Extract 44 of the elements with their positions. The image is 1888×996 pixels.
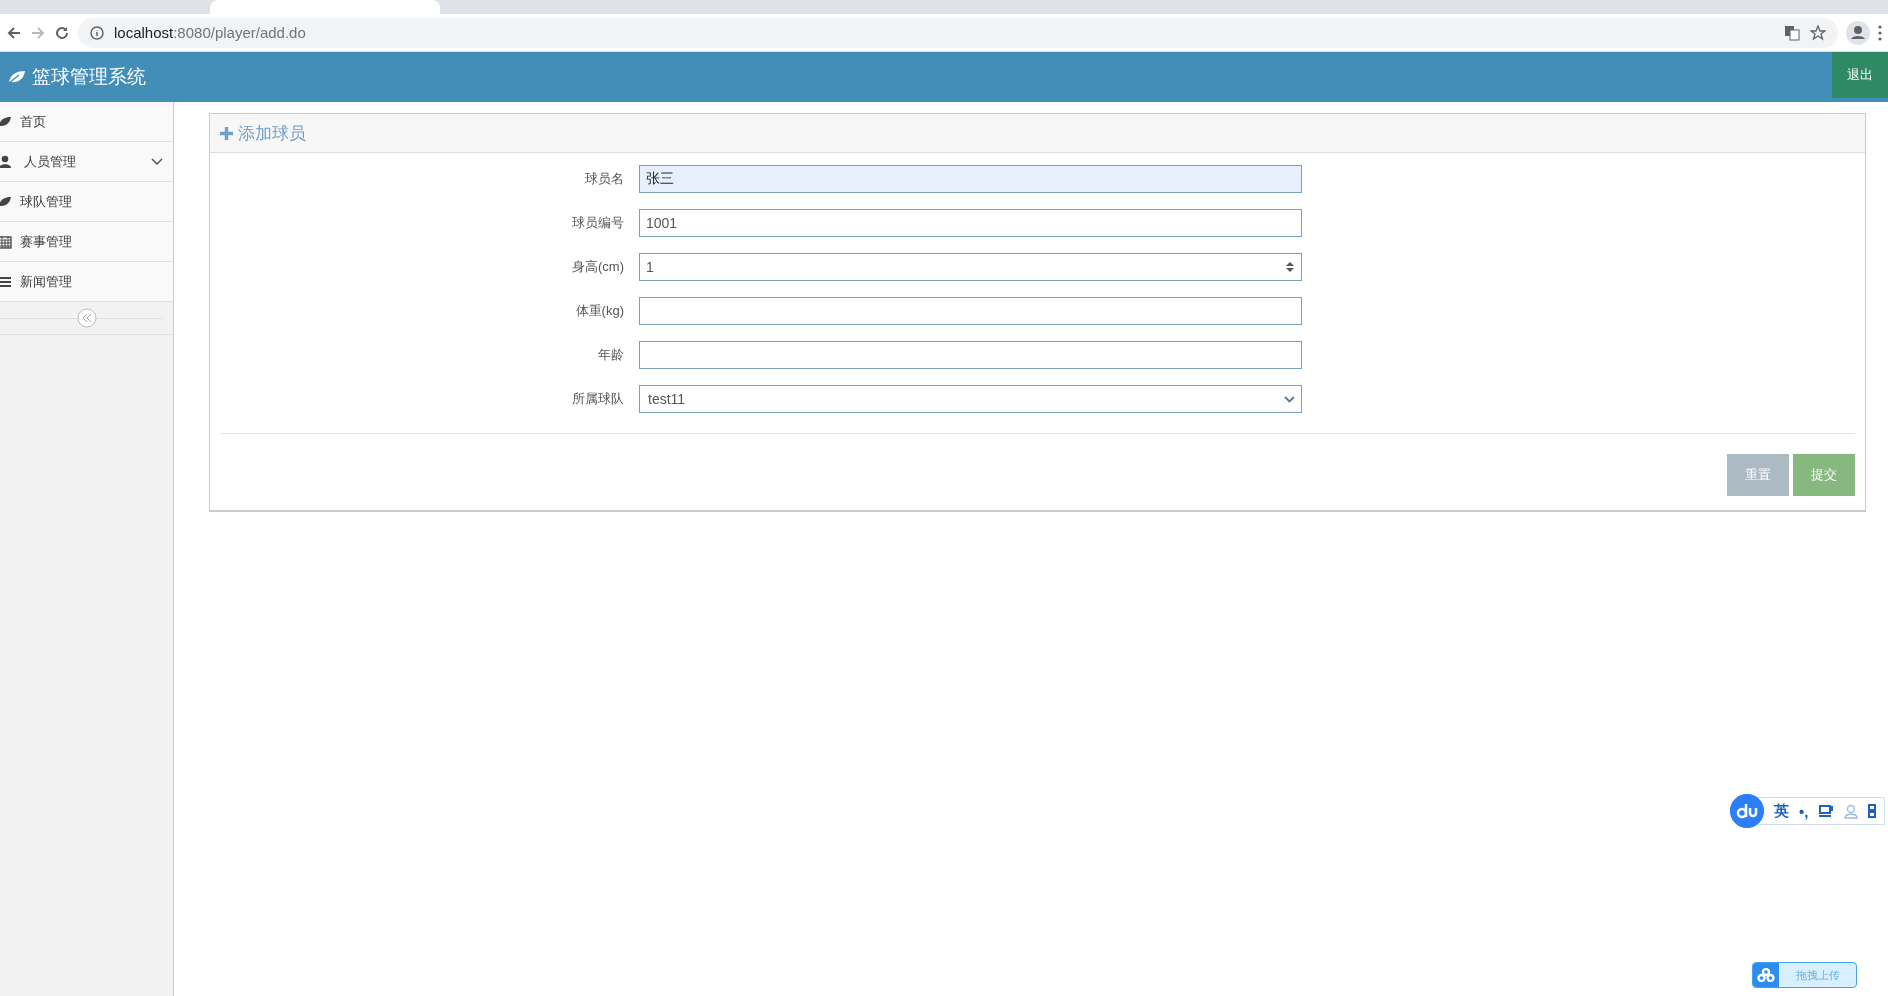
address-bar[interactable]: localhost:8080/player/add.do [78, 17, 1838, 48]
list-icon [0, 274, 12, 289]
ime-punctuation[interactable]: •, [1799, 802, 1809, 820]
sidebar-item[interactable]: 人员管理 [0, 142, 173, 182]
number-field[interactable] [639, 297, 1302, 325]
user-icon [0, 154, 12, 169]
leaf-icon [0, 114, 12, 129]
menu-icon[interactable] [1878, 24, 1882, 41]
field-label: 所属球队 [571, 390, 624, 408]
sidebar-item[interactable]: 赛事管理 [0, 222, 173, 262]
sidebar-item[interactable]: 球队管理 [0, 182, 173, 222]
logout-button[interactable]: 退出 [1832, 52, 1888, 98]
panel-title: 添加球员 [238, 122, 306, 145]
field-label: 年龄 [597, 346, 624, 364]
upload-label: 拖拽上传 [1794, 967, 1841, 983]
field-label: 球员编号 [571, 214, 624, 232]
sidebar-item[interactable]: 首页 [0, 102, 173, 142]
info-icon [90, 25, 104, 40]
grid-icon[interactable] [1868, 804, 1877, 818]
app-title: 篮球管理系统 [32, 65, 146, 89]
url-text: localhost:8080/player/add.do [114, 24, 306, 41]
star-icon[interactable] [1810, 24, 1826, 41]
profile-icon[interactable] [1846, 20, 1870, 45]
field-label: 球员名 [584, 170, 624, 188]
reload-icon[interactable] [54, 24, 70, 41]
leaf-icon [0, 194, 12, 209]
cloud-icon [1757, 968, 1775, 982]
calendar-icon [0, 234, 12, 249]
cup-icon[interactable] [1818, 804, 1835, 818]
ime-language[interactable]: 英 [1774, 801, 1789, 821]
input-field[interactable]: 张三 [639, 165, 1302, 193]
input-field[interactable] [639, 341, 1302, 369]
ime-logo-icon[interactable] [1730, 794, 1764, 828]
input-field[interactable]: 1001 [639, 209, 1302, 237]
plus-icon [220, 126, 233, 140]
leaf-icon [8, 70, 26, 84]
dropdown[interactable]: test11 [639, 385, 1302, 413]
spinner-icon[interactable] [1285, 261, 1295, 273]
chevron-down-icon [1284, 395, 1295, 403]
field-label: 身高(cm) [571, 258, 624, 276]
field-label: 体重(kg) [574, 302, 624, 320]
sidebar-item[interactable]: 新闻管理 [0, 262, 173, 302]
back-icon[interactable] [6, 24, 22, 41]
number-field[interactable]: 1 [639, 253, 1302, 281]
